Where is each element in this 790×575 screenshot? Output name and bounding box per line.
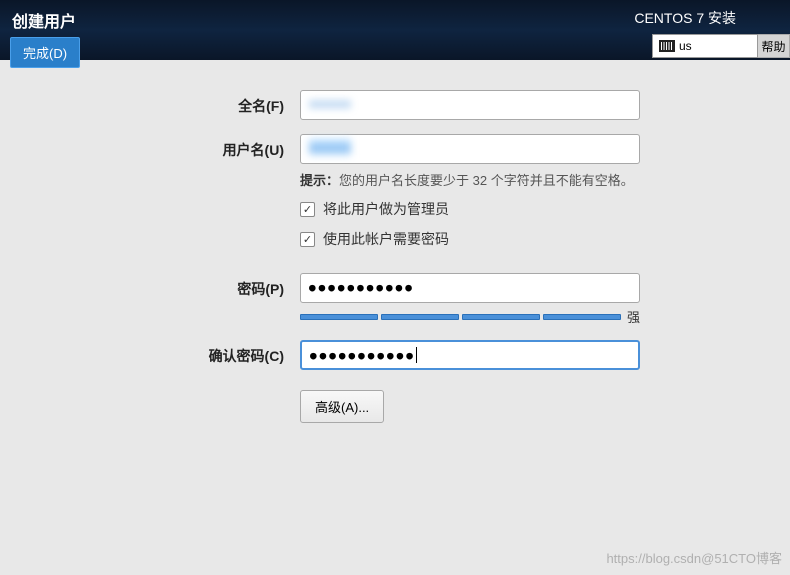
make-admin-checkbox[interactable]: ✓	[300, 202, 315, 217]
require-password-checkbox[interactable]: ✓	[300, 232, 315, 247]
keyboard-icon	[659, 40, 675, 52]
confirm-password-input[interactable]: ●●●●●●●●●●●	[300, 340, 640, 370]
password-strength-label: 强	[627, 307, 640, 326]
advanced-button[interactable]: 高级(A)...	[300, 390, 384, 423]
require-password-label: 使用此帐户需要密码	[323, 229, 449, 249]
make-admin-label: 将此用户做为管理员	[323, 199, 449, 219]
user-form: 全名(F) xxxxxx 用户名(U) xxxxxx 提示：您的用户名长度要少于…	[0, 60, 790, 467]
installer-title: CENTOS 7 安装	[634, 8, 790, 28]
header-bar: 创建用户 完成(D) CENTOS 7 安装 us 帮助	[0, 0, 790, 60]
page-title: 创建用户	[8, 8, 80, 32]
password-input[interactable]: ●●●●●●●●●●●	[300, 273, 640, 303]
confirm-password-label: 确认密码(C)	[60, 340, 300, 366]
done-button[interactable]: 完成(D)	[10, 37, 80, 68]
keyboard-layout-text: us	[679, 39, 692, 53]
hint-label: 提示：	[300, 173, 339, 188]
watermark: https://blog.csdn@51CTO博客	[606, 548, 782, 567]
help-button[interactable]: 帮助	[758, 34, 790, 58]
username-label: 用户名(U)	[60, 134, 300, 160]
hint-text-content: 您的用户名长度要少于 32 个字符并且不能有空格。	[339, 173, 634, 188]
password-strength-meter	[300, 314, 621, 320]
username-hint: 提示：您的用户名长度要少于 32 个字符并且不能有空格。	[300, 170, 640, 189]
keyboard-layout-indicator[interactable]: us	[652, 34, 758, 58]
username-input[interactable]: xxxxxx	[300, 134, 640, 164]
password-label: 密码(P)	[60, 273, 300, 299]
fullname-input[interactable]: xxxxxx	[300, 90, 640, 120]
fullname-label: 全名(F)	[60, 90, 300, 116]
